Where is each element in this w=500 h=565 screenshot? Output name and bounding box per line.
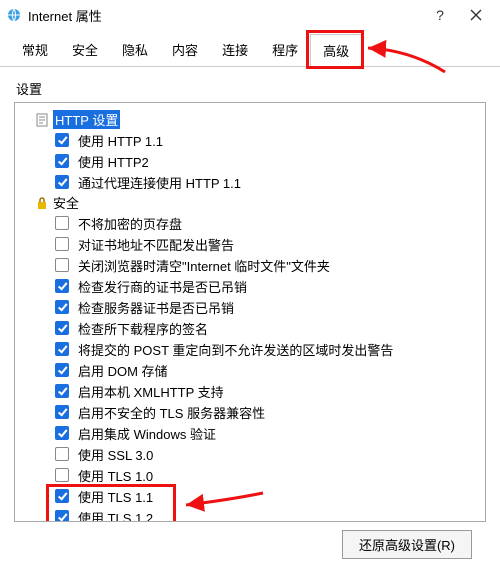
setting-checkbox[interactable]: [55, 175, 69, 189]
setting-checkbox[interactable]: [55, 154, 69, 168]
setting-item[interactable]: 使用 TLS 1.1: [51, 486, 481, 506]
titlebar: Internet 属性 ?: [0, 0, 500, 30]
setting-checkbox[interactable]: [55, 258, 69, 272]
setting-label: 将提交的 POST 重定向到不允许发送的区域时发出警告: [78, 340, 393, 359]
setting-checkbox[interactable]: [55, 510, 69, 522]
setting-item[interactable]: 使用 SSL 3.0: [51, 444, 481, 464]
settings-label: 设置: [16, 79, 486, 98]
setting-checkbox[interactable]: [55, 384, 69, 398]
setting-checkbox[interactable]: [55, 363, 69, 377]
setting-label: 使用 TLS 1.1: [78, 487, 153, 506]
setting-label: 使用 TLS 1.0: [78, 466, 153, 485]
lock-icon: [35, 196, 49, 210]
setting-checkbox[interactable]: [55, 300, 69, 314]
tab-6[interactable]: 高级: [310, 34, 362, 67]
restore-defaults-button[interactable]: 还原高级设置(R): [342, 530, 472, 559]
setting-checkbox[interactable]: [55, 426, 69, 440]
tab-content-advanced: 设置 HTTP 设置使用 HTTP 1.1 使用 HTTP2 通过代理连接使用 HT…: [0, 67, 500, 565]
app-icon: [6, 7, 22, 23]
setting-label: 关闭浏览器时清空"Internet 临时文件"文件夹: [78, 256, 330, 275]
setting-checkbox[interactable]: [55, 237, 69, 251]
setting-label: 对证书地址不匹配发出警告: [78, 235, 234, 254]
setting-item[interactable]: 关闭浏览器时清空"Internet 临时文件"文件夹: [51, 255, 481, 275]
setting-item[interactable]: 对证书地址不匹配发出警告: [51, 234, 481, 254]
setting-item[interactable]: 使用 HTTP2: [51, 151, 481, 171]
group-0: HTTP 设置: [35, 110, 481, 129]
setting-label: 检查所下载程序的签名: [78, 319, 208, 338]
setting-label: 使用 HTTP2: [78, 152, 149, 171]
setting-item[interactable]: 检查发行商的证书是否已吊销: [51, 276, 481, 296]
tab-5[interactable]: 程序: [260, 34, 310, 66]
setting-checkbox[interactable]: [55, 447, 69, 461]
setting-checkbox[interactable]: [55, 405, 69, 419]
window-title: Internet 属性: [28, 6, 422, 25]
setting-checkbox[interactable]: [55, 216, 69, 230]
page-icon: [35, 113, 49, 127]
setting-item[interactable]: 检查服务器证书是否已吊销: [51, 297, 481, 317]
setting-label: 启用不安全的 TLS 服务器兼容性: [78, 403, 265, 422]
setting-item[interactable]: 启用本机 XMLHTTP 支持: [51, 381, 481, 401]
setting-item[interactable]: 启用集成 Windows 验证: [51, 423, 481, 443]
setting-label: 检查服务器证书是否已吊销: [78, 298, 234, 317]
group-label: 安全: [53, 193, 79, 212]
setting-checkbox[interactable]: [55, 321, 69, 335]
setting-checkbox[interactable]: [55, 468, 69, 482]
close-button[interactable]: [458, 1, 494, 29]
group-label: HTTP 设置: [53, 110, 120, 129]
tab-0[interactable]: 常规: [10, 34, 60, 66]
tab-1[interactable]: 安全: [60, 34, 110, 66]
setting-label: 启用集成 Windows 验证: [78, 424, 216, 443]
setting-label: 不将加密的页存盘: [78, 214, 182, 233]
footer: 还原高级设置(R): [14, 522, 486, 559]
setting-label: 通过代理连接使用 HTTP 1.1: [78, 173, 241, 192]
setting-checkbox[interactable]: [55, 279, 69, 293]
settings-tree[interactable]: HTTP 设置使用 HTTP 1.1 使用 HTTP2 通过代理连接使用 HTTP …: [14, 102, 486, 522]
setting-label: 启用 DOM 存储: [78, 361, 168, 380]
setting-label: 启用本机 XMLHTTP 支持: [78, 382, 224, 401]
setting-item[interactable]: 使用 TLS 1.2: [51, 507, 481, 522]
setting-checkbox[interactable]: [55, 342, 69, 356]
setting-item[interactable]: 将提交的 POST 重定向到不允许发送的区域时发出警告: [51, 339, 481, 359]
setting-item[interactable]: 使用 HTTP 1.1: [51, 130, 481, 150]
setting-checkbox[interactable]: [55, 133, 69, 147]
setting-label: 检查发行商的证书是否已吊销: [78, 277, 247, 296]
tab-3[interactable]: 内容: [160, 34, 210, 66]
tab-2[interactable]: 隐私: [110, 34, 160, 66]
tab-strip: 常规安全隐私内容连接程序高级: [0, 34, 500, 67]
setting-checkbox[interactable]: [55, 489, 69, 503]
group-1: 安全: [35, 193, 481, 212]
setting-item[interactable]: 使用 TLS 1.0: [51, 465, 481, 485]
setting-item[interactable]: 不将加密的页存盘: [51, 213, 481, 233]
setting-item[interactable]: 启用不安全的 TLS 服务器兼容性: [51, 402, 481, 422]
setting-label: 使用 HTTP 1.1: [78, 131, 163, 150]
tab-4[interactable]: 连接: [210, 34, 260, 66]
setting-item[interactable]: 通过代理连接使用 HTTP 1.1: [51, 172, 481, 192]
setting-item[interactable]: 检查所下载程序的签名: [51, 318, 481, 338]
setting-label: 使用 TLS 1.2: [78, 508, 153, 523]
setting-label: 使用 SSL 3.0: [78, 445, 153, 464]
help-button[interactable]: ?: [422, 1, 458, 29]
setting-item[interactable]: 启用 DOM 存储: [51, 360, 481, 380]
